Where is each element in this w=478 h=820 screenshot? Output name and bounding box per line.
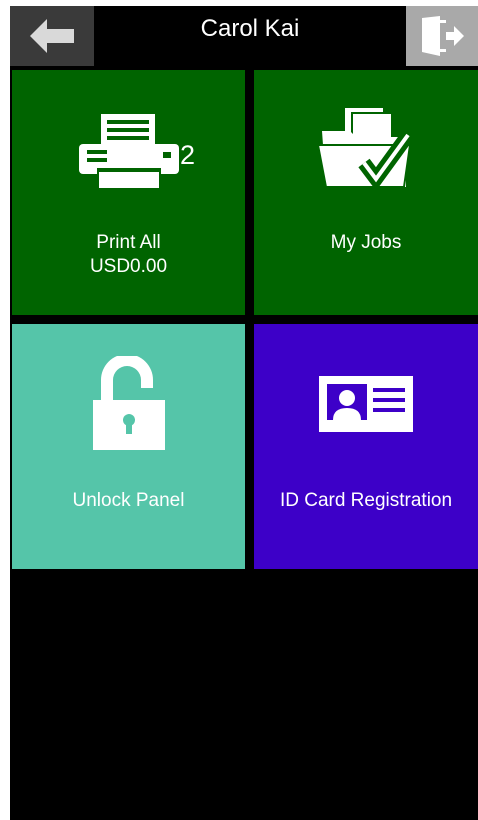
folder-check-icon xyxy=(316,106,414,191)
terminal-screen: Carol Kai 2 Print All USD0.00 My Jobs Un… xyxy=(10,6,478,820)
printer-icon xyxy=(78,114,179,188)
id-card-registration-label: ID Card Registration xyxy=(279,490,453,511)
print-all-label: Print All xyxy=(96,232,161,253)
print-job-count: 2 xyxy=(180,140,196,170)
idcard-icon-area xyxy=(254,324,478,484)
header-bar: Carol Kai xyxy=(10,6,478,66)
my-jobs-tile[interactable]: My Jobs xyxy=(254,70,478,315)
id-card-registration-tile[interactable]: ID Card Registration xyxy=(254,324,478,569)
my-jobs-label: My Jobs xyxy=(330,232,402,253)
print-icon-area: 2 xyxy=(12,70,245,230)
padlock-open-icon xyxy=(92,356,165,450)
jobs-icon-area xyxy=(254,70,478,230)
print-all-amount: USD0.00 xyxy=(89,256,168,277)
print-all-tile[interactable]: 2 Print All USD0.00 xyxy=(12,70,245,315)
unlock-panel-tile[interactable]: Unlock Panel xyxy=(12,324,245,569)
unlock-icon-area xyxy=(12,324,245,484)
logout-button[interactable] xyxy=(406,6,478,66)
id-card-icon xyxy=(319,376,413,432)
unlock-panel-label: Unlock Panel xyxy=(72,490,185,511)
arrow-left-icon xyxy=(30,19,74,53)
back-button[interactable] xyxy=(10,6,94,66)
logout-door-icon xyxy=(422,16,464,56)
page-title: Carol Kai xyxy=(200,15,300,42)
